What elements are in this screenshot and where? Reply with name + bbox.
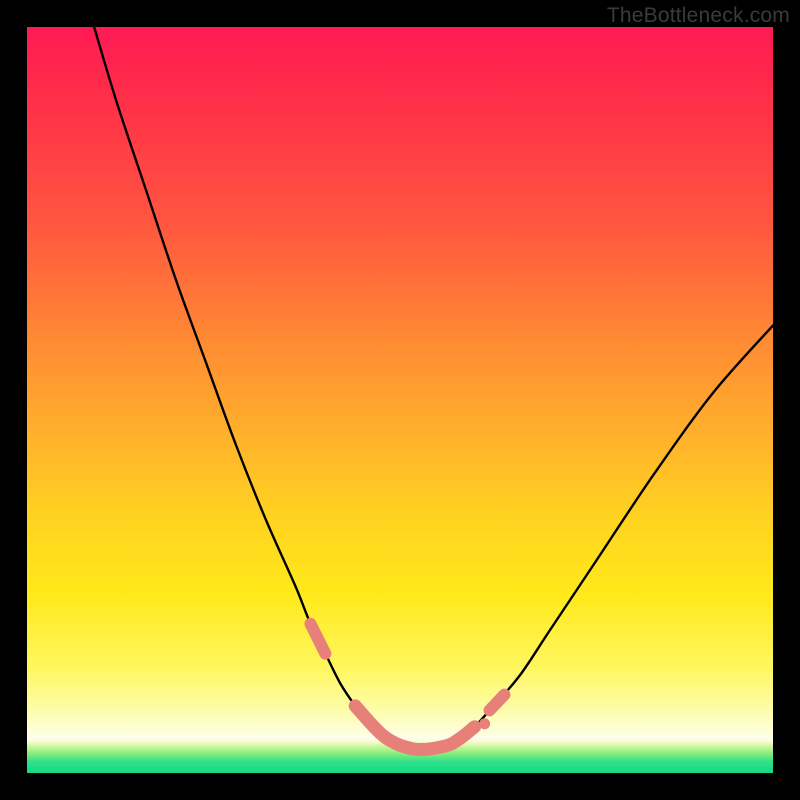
chart-svg	[27, 27, 773, 773]
chart-frame: TheBottleneck.com	[0, 0, 800, 800]
valley-highlight	[310, 624, 504, 750]
watermark-label: TheBottleneck.com	[607, 4, 790, 28]
bottleneck-curve	[94, 27, 773, 750]
